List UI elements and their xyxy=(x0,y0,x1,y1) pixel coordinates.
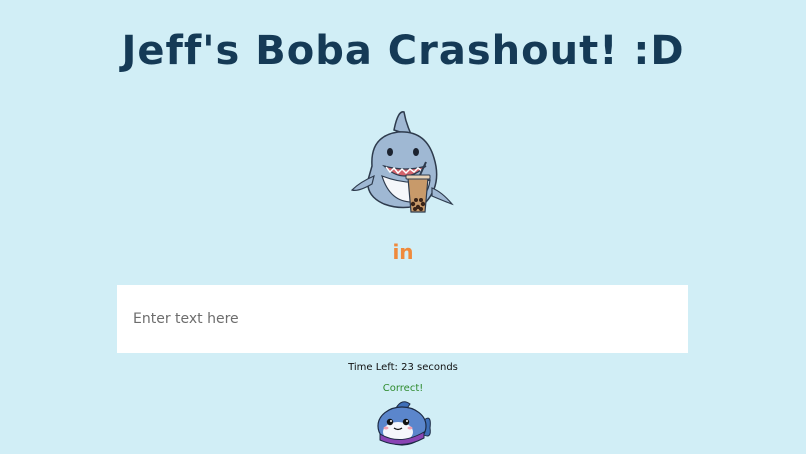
game-title: Jeff's Boba Crashout! :D xyxy=(121,28,685,74)
shark-boba-icon xyxy=(346,106,458,218)
target-word: in xyxy=(392,240,414,264)
time-left-text: Time Left: 23 seconds xyxy=(348,362,458,373)
feedback-message: Correct! xyxy=(382,383,424,394)
fish-icon xyxy=(374,398,432,450)
answer-input[interactable] xyxy=(117,285,688,353)
